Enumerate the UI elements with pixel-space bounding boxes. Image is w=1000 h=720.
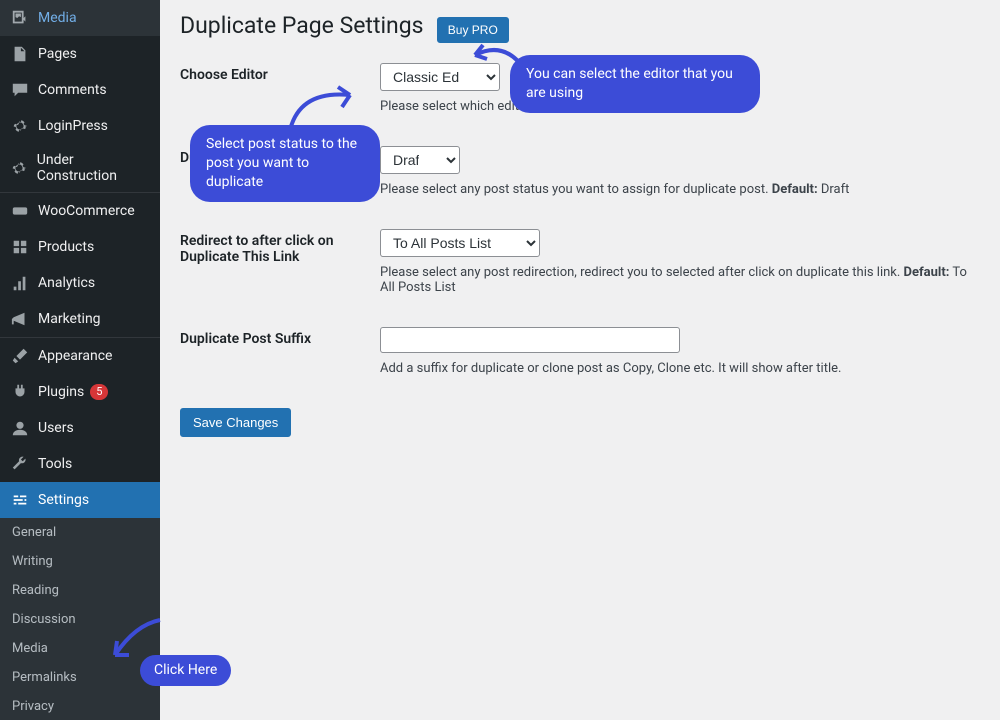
user-icon [10, 418, 30, 438]
sidebar-item-label: Media [38, 10, 77, 26]
status-help: Please select any post status you want t… [380, 182, 980, 197]
field-redirect: Redirect to after click on Duplicate Thi… [180, 229, 980, 295]
status-select[interactable]: Draft [380, 146, 460, 174]
sidebar-item-label: Analytics [38, 275, 95, 291]
sidebar-item-label: Users [38, 420, 74, 436]
sidebar-item-users[interactable]: Users [0, 410, 160, 446]
sidebar-item-media[interactable]: Media [0, 0, 160, 36]
sidebar-item-pages[interactable]: Pages [0, 36, 160, 72]
sidebar-item-label: Marketing [38, 311, 101, 327]
submenu-permalinks[interactable]: Permalinks [0, 663, 160, 692]
annotation-status: Select post status to the post you want … [190, 125, 380, 202]
sidebar-item-under-construction[interactable]: Under Construction [0, 144, 160, 192]
page-icon [10, 44, 30, 64]
sidebar-item-tools[interactable]: Tools [0, 446, 160, 482]
sidebar-item-label: Comments [38, 82, 107, 98]
sidebar-item-comments[interactable]: Comments [0, 72, 160, 108]
sidebar-item-loginpress[interactable]: LoginPress [0, 108, 160, 144]
submenu-reading[interactable]: Reading [0, 576, 160, 605]
sidebar-item-label: Under Construction [37, 152, 150, 184]
arrow-icon [280, 80, 370, 140]
save-changes-button[interactable]: Save Changes [180, 408, 291, 437]
sidebar-item-label: Settings [38, 492, 89, 508]
submenu-privacy[interactable]: Privacy [0, 692, 160, 720]
main-content: Duplicate Page Settings Buy PRO Choose E… [160, 0, 1000, 720]
suffix-label: Duplicate Post Suffix [180, 327, 380, 347]
annotation-bubble: You can select the editor that you are u… [510, 55, 760, 113]
comment-icon [10, 80, 30, 100]
wrench-icon [10, 454, 30, 474]
annotation-editor: You can select the editor that you are u… [510, 55, 760, 113]
page-title: Duplicate Page Settings [180, 12, 424, 39]
sidebar-item-products[interactable]: Products [0, 229, 160, 265]
sidebar-item-label: LoginPress [38, 118, 108, 134]
sidebar-item-label: WooCommerce [38, 203, 135, 219]
sliders-icon [10, 490, 30, 510]
woo-icon [10, 201, 30, 221]
sidebar-item-plugins[interactable]: Plugins 5 [0, 374, 160, 410]
sidebar-item-analytics[interactable]: Analytics [0, 265, 160, 301]
redirect-select[interactable]: To All Posts List [380, 229, 540, 257]
redirect-help: Please select any post redirection, redi… [380, 265, 980, 295]
sidebar-item-label: Tools [38, 456, 72, 472]
marketing-icon [10, 309, 30, 329]
sidebar-item-woocommerce[interactable]: WooCommerce [0, 193, 160, 229]
gear-icon [10, 116, 30, 136]
sidebar-item-appearance[interactable]: Appearance [0, 338, 160, 374]
annotation-click-here: Click Here [140, 655, 231, 686]
plugin-icon [10, 382, 30, 402]
submenu-writing[interactable]: Writing [0, 547, 160, 576]
plugin-update-badge: 5 [90, 384, 108, 400]
sidebar-item-label: Products [38, 239, 94, 255]
analytics-icon [10, 273, 30, 293]
arrow-icon [465, 30, 535, 80]
sidebar-item-label: Plugins [38, 384, 84, 400]
sidebar-item-marketing[interactable]: Marketing [0, 301, 160, 337]
sidebar-item-label: Pages [38, 46, 77, 62]
media-icon [10, 8, 30, 28]
brush-icon [10, 346, 30, 366]
redirect-label: Redirect to after click on Duplicate Thi… [180, 229, 380, 265]
submenu-general[interactable]: General [0, 518, 160, 547]
sidebar-item-label: Appearance [38, 348, 112, 364]
products-icon [10, 237, 30, 257]
arrow-icon [105, 610, 175, 665]
suffix-help: Add a suffix for duplicate or clone post… [380, 361, 980, 376]
field-suffix: Duplicate Post Suffix Add a suffix for d… [180, 327, 980, 376]
gear-icon [10, 158, 29, 178]
sidebar-item-settings[interactable]: Settings [0, 482, 160, 518]
suffix-input[interactable] [380, 327, 680, 353]
